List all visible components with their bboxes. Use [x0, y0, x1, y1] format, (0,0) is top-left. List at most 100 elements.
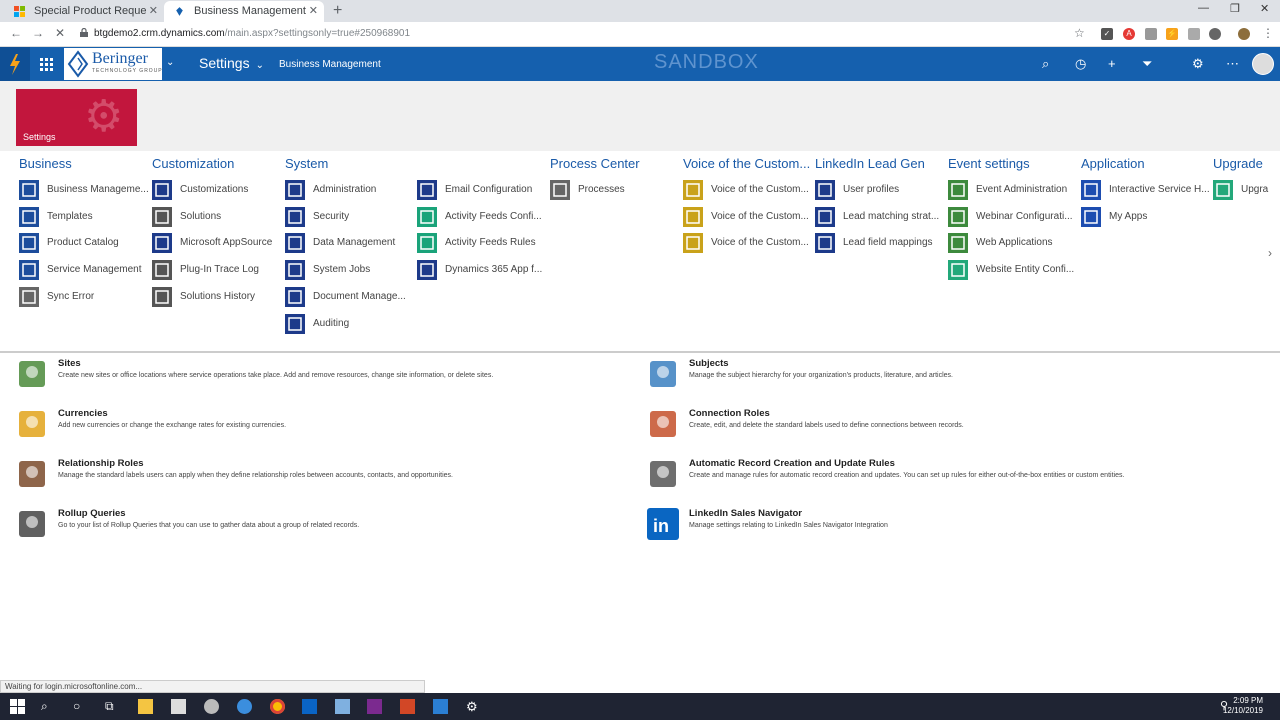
chevron-down-icon[interactable]: ⌄	[166, 57, 174, 68]
chevron-right-icon[interactable]: ›	[1268, 246, 1272, 260]
new-tab-button[interactable]: +	[333, 2, 342, 20]
lock-icon	[80, 28, 88, 37]
more-ellipsis-icon[interactable]: ⋯	[1226, 56, 1239, 72]
rollup-queries-icon	[19, 511, 45, 537]
file-explorer-icon[interactable]	[138, 699, 153, 714]
app-snowflake-icon[interactable]	[433, 699, 448, 714]
settings-item-label: Website Entity Confi...	[976, 264, 1075, 276]
app-launcher-icon[interactable]	[30, 47, 62, 81]
entry-title[interactable]: Sites	[58, 358, 81, 369]
settings-item-label: Document Manage...	[313, 290, 406, 302]
entry-title[interactable]: Connection Roles	[689, 408, 770, 419]
recent-history-icon[interactable]: ◷	[1075, 56, 1086, 72]
dynamics-navbar: Beringer TECHNOLOGY GROUP ⌄ Settings ⌄ Bu…	[0, 47, 1280, 81]
settings-item-icon	[285, 286, 305, 307]
entry-subjects[interactable]: Subjects Manage the subject hierarchy for…	[647, 358, 1267, 398]
entry-rollup-queries[interactable]: Rollup Queries Go to your list of Rollup …	[16, 508, 636, 548]
close-icon[interactable]: ✕	[309, 1, 318, 22]
entry-sites[interactable]: Sites Create new sites or office location…	[16, 358, 636, 398]
search-icon[interactable]: ⌕	[41, 699, 56, 714]
app-icon[interactable]	[204, 699, 219, 714]
settings-item-icon	[19, 260, 39, 281]
settings-item-label: Service Management	[47, 264, 142, 276]
entry-title[interactable]: Subjects	[689, 358, 729, 369]
task-view-icon[interactable]: ⧉	[105, 699, 120, 714]
breadcrumb-business-management[interactable]: Business Management	[279, 59, 381, 70]
group-heading-customization: Customization	[152, 156, 235, 171]
entry-automatic-record-creation-and-update-rules[interactable]: Automatic Record Creation and Update Rul…	[647, 458, 1267, 498]
entry-relationship-roles[interactable]: Relationship Roles Manage the standard la…	[16, 458, 636, 498]
settings-tile[interactable]: ⚙ Settings	[16, 89, 137, 146]
create-plus-icon[interactable]: +	[1108, 56, 1116, 71]
settings-item-icon	[152, 286, 172, 307]
entry-connection-roles[interactable]: Connection Roles Create, edit, and delete…	[647, 408, 1267, 448]
url-field[interactable]: btgdemo2.crm.dynamics.com/main.aspx?sett…	[94, 26, 410, 42]
extension-icon[interactable]	[1145, 28, 1157, 40]
close-icon[interactable]: ✕	[149, 1, 158, 22]
clock-time: 2:09 PM	[1233, 696, 1263, 705]
area-settings-menu[interactable]: Settings ⌄	[199, 55, 264, 71]
entry-title[interactable]: Automatic Record Creation and Update Rul…	[689, 458, 895, 469]
browser-tab-special-product[interactable]: Special Product Request: Informa ✕	[4, 1, 164, 22]
browser-tab-business-management[interactable]: Business Management - Microso ✕	[164, 1, 324, 22]
settings-item-label: Webinar Configurati...	[976, 210, 1073, 222]
chrome-icon[interactable]	[270, 699, 285, 714]
entry-title[interactable]: LinkedIn Sales Navigator	[689, 508, 802, 519]
windows-start-icon[interactable]	[10, 699, 25, 714]
back-icon[interactable]: ←	[10, 26, 22, 40]
entry-title[interactable]: Rollup Queries	[58, 508, 126, 519]
globe-icon[interactable]	[237, 699, 252, 714]
onenote-icon[interactable]	[367, 699, 382, 714]
settings-item-icon	[19, 286, 39, 307]
settings-item-label: User profiles	[843, 184, 900, 195]
restore-button[interactable]: ❐	[1230, 2, 1240, 15]
app-bird-icon[interactable]	[335, 699, 350, 714]
url-path: /main.aspx?settingsonly=true#250968901	[224, 28, 411, 39]
gear-icon[interactable]: ⚙	[1192, 56, 1204, 72]
linkedin-sales-navigator-icon: in	[647, 508, 679, 540]
logo-mark-icon	[67, 50, 89, 78]
extension-pin-icon[interactable]	[1188, 28, 1200, 40]
close-window-button[interactable]: ✕	[1260, 2, 1269, 15]
minimize-button[interactable]: —	[1198, 2, 1209, 14]
user-avatar[interactable]	[1252, 53, 1274, 75]
advanced-find-filter-icon[interactable]: ⏷	[1142, 56, 1152, 72]
settings-tile-label: Settings	[23, 132, 56, 142]
dynamics-bolt-icon[interactable]	[0, 47, 30, 81]
entry-title[interactable]: Currencies	[58, 408, 108, 419]
powerpoint-icon[interactable]	[400, 699, 415, 714]
entry-description: Create, edit, and delete the standard la…	[689, 422, 964, 429]
bookmark-star-icon[interactable]: ☆	[1074, 26, 1085, 40]
forward-icon[interactable]: →	[32, 26, 44, 40]
extension-abp-icon[interactable]: A	[1123, 28, 1135, 40]
menu-kebab-icon[interactable]: ⋮	[1262, 26, 1274, 40]
profile-avatar-icon[interactable]	[1238, 28, 1250, 40]
calculator-icon[interactable]	[171, 699, 186, 714]
entry-linkedin-sales-navigator[interactable]: in LinkedIn Sales Navigator Manage setting…	[647, 508, 1267, 548]
extension-bolt-icon[interactable]: ⚡	[1166, 28, 1178, 40]
chevron-down-icon: ⌄	[255, 60, 264, 71]
cortana-icon[interactable]: ○	[73, 699, 88, 714]
settings-item-icon	[948, 233, 968, 254]
settings-item-label: Solutions History	[180, 290, 256, 302]
currencies-icon	[19, 411, 45, 437]
settings-item-icon	[815, 233, 835, 254]
settings-item-icon	[19, 180, 39, 200]
address-bar-row: ← → ✕ btgdemo2.crm.dynamics.com/main.asp…	[0, 22, 1280, 47]
settings-item-label: Activity Feeds Confi...	[445, 210, 542, 222]
stop-icon[interactable]: ✕	[55, 26, 65, 40]
settings-item-icon	[285, 206, 305, 227]
gear-icon[interactable]: ⚙	[466, 699, 481, 714]
system-clock[interactable]: 2:09 PM 12/10/2019	[1223, 696, 1263, 716]
outlook-icon[interactable]	[302, 699, 317, 714]
extension-circle-icon[interactable]	[1209, 28, 1221, 40]
entry-currencies[interactable]: Currencies Add new currencies or change t…	[16, 408, 636, 448]
entry-description: Create and manage rules for automatic re…	[689, 472, 1125, 479]
group-heading-business: Business	[19, 156, 72, 171]
entry-title[interactable]: Relationship Roles	[58, 458, 144, 469]
settings-item-label: Lead matching strat...	[843, 210, 940, 222]
extension-check-icon[interactable]: ✓	[1101, 28, 1113, 40]
automatic-record-creation-and-update-rules-icon	[650, 461, 676, 487]
search-icon[interactable]: ⌕	[1042, 56, 1049, 72]
group-heading-application: Application	[1081, 156, 1145, 171]
